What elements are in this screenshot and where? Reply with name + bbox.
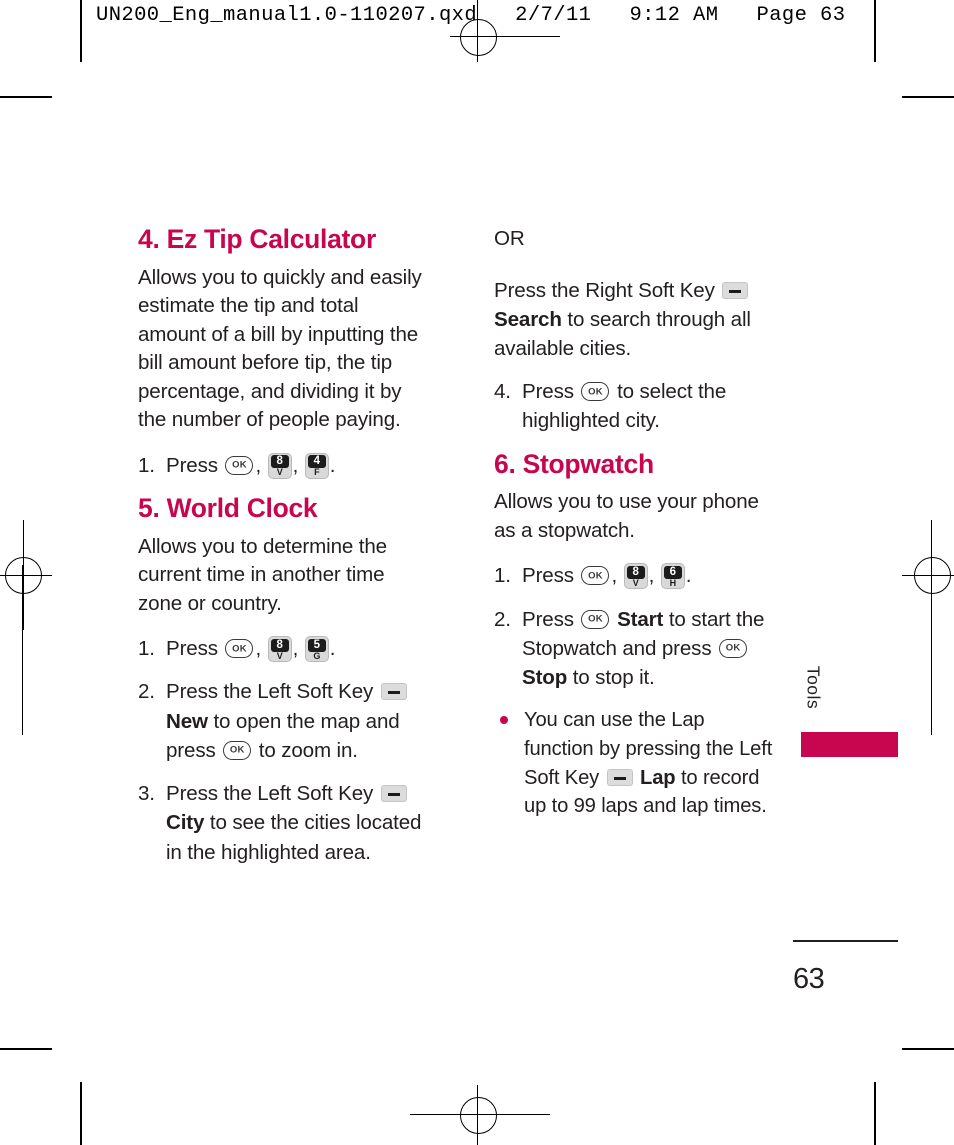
number-key-4-icon: 4F bbox=[304, 452, 329, 479]
number-key-8-icon: 8V bbox=[267, 636, 292, 663]
number-key-5-icon: 5G bbox=[304, 636, 329, 663]
step-number: 2. bbox=[494, 607, 511, 631]
right-soft-key-icon bbox=[722, 281, 749, 299]
page-number: 63 bbox=[793, 963, 825, 995]
world-clock-step-2: 2. Press the Left Soft Key New to open th… bbox=[138, 677, 430, 765]
softkey-label-new: New bbox=[166, 709, 208, 733]
number-key-letter: F bbox=[314, 467, 320, 478]
ok-key-label: OK bbox=[232, 459, 247, 471]
step-number: 4. bbox=[494, 380, 511, 404]
left-soft-key-icon bbox=[380, 785, 407, 803]
world-clock-step-3-alt: Press the Right Soft Key Search to searc… bbox=[494, 276, 776, 364]
number-key-6-icon: 6H bbox=[660, 563, 685, 590]
softkey-label-search: Search bbox=[494, 307, 562, 331]
ok-key-label: OK bbox=[232, 642, 247, 654]
step-number: 1. bbox=[138, 453, 155, 477]
step-tail: . bbox=[329, 453, 336, 477]
step-text: Press bbox=[522, 564, 574, 588]
step-text: Press the Left Soft Key bbox=[166, 782, 374, 806]
manual-page: 4. Ez Tip Calculator Allows you to quick… bbox=[0, 0, 954, 1145]
step-number: 2. bbox=[138, 680, 155, 704]
left-column: 4. Ez Tip Calculator Allows you to quick… bbox=[138, 224, 430, 881]
step-text: Press bbox=[522, 607, 574, 631]
number-key-8-icon: 8V bbox=[267, 452, 292, 479]
right-column: OR Press the Right Soft Key Search to se… bbox=[494, 225, 776, 821]
side-tab-label: Tools bbox=[803, 665, 824, 710]
step-text: Press bbox=[522, 380, 574, 404]
bullet-icon bbox=[500, 716, 508, 725]
number-key-letter: H bbox=[669, 577, 677, 588]
ok-key-label: OK bbox=[588, 613, 603, 625]
ok-key-icon: OK bbox=[719, 638, 748, 658]
step-tail: . bbox=[329, 637, 336, 661]
ok-key-label: OK bbox=[229, 744, 245, 756]
step-number: 3. bbox=[138, 782, 155, 806]
softkey-label-stop: Stop bbox=[522, 666, 568, 690]
ok-key-icon: OK bbox=[225, 455, 254, 475]
world-clock-step-4: 4. Press OK to select the highlighted cit… bbox=[494, 377, 776, 435]
softkey-label-lap: Lap bbox=[640, 766, 676, 789]
world-clock-step-1: 1. Press OK, 8V, 5G. bbox=[138, 634, 430, 663]
ok-key-icon: OK bbox=[225, 639, 254, 659]
ok-key-icon: OK bbox=[581, 609, 610, 629]
number-key-letter: G bbox=[313, 650, 321, 661]
left-soft-key-icon bbox=[380, 683, 407, 701]
stopwatch-description: Allows you to use your phone as a stopwa… bbox=[494, 490, 759, 542]
number-key-letter: V bbox=[632, 577, 639, 588]
number-key-letter: V bbox=[276, 467, 283, 478]
softkey-label-start: Start bbox=[617, 607, 664, 631]
step-number: 1. bbox=[138, 637, 155, 661]
stopwatch-step-1: 1. Press OK, 8V, 6H. bbox=[494, 561, 776, 590]
section-heading-stopwatch: 6. Stopwatch bbox=[494, 448, 654, 479]
ok-key-label: OK bbox=[725, 642, 741, 654]
left-soft-key-icon bbox=[606, 768, 633, 786]
step-text: to see the cities located in the highlig… bbox=[166, 811, 422, 864]
side-tab-tools: Tools bbox=[800, 655, 826, 719]
or-label: OR bbox=[494, 227, 525, 250]
step-text: to stop it. bbox=[572, 666, 655, 690]
ok-key-icon: OK bbox=[581, 382, 610, 402]
ok-key-label: OK bbox=[588, 385, 603, 397]
step-number: 1. bbox=[494, 564, 511, 588]
section-heading-ez-tip-calculator: 4. Ez Tip Calculator bbox=[138, 224, 376, 254]
softkey-label-city: City bbox=[166, 811, 205, 835]
side-tab-accent-bar bbox=[801, 732, 898, 757]
step-text: to zoom in. bbox=[258, 738, 358, 762]
folio-rule bbox=[793, 940, 898, 942]
step-text: Press bbox=[166, 453, 218, 477]
world-clock-step-3: 3. Press the Left Soft Key City to see th… bbox=[138, 779, 430, 867]
stopwatch-lap-note: You can use the Lap function by pressing… bbox=[494, 706, 776, 821]
step-text: Press the Left Soft Key bbox=[166, 680, 374, 704]
section-heading-world-clock: 5. World Clock bbox=[138, 493, 318, 523]
step-text: Press the Right Soft Key bbox=[494, 278, 715, 302]
number-key-letter: V bbox=[276, 650, 283, 661]
stopwatch-step-2: 2. Press OK Start to start the Stopwatch … bbox=[494, 605, 776, 693]
step-text: Press bbox=[166, 637, 218, 661]
step-tail: . bbox=[685, 564, 692, 588]
ok-key-label: OK bbox=[588, 570, 603, 582]
ok-key-icon: OK bbox=[581, 566, 610, 586]
ez-tip-step-1: 1. Press OK, 8V, 4F. bbox=[138, 451, 430, 480]
world-clock-description: Allows you to determine the current time… bbox=[138, 534, 387, 615]
ok-key-icon: OK bbox=[223, 740, 252, 760]
number-key-8-icon: 8V bbox=[623, 563, 648, 590]
ez-tip-calculator-description: Allows you to quickly and easily estimat… bbox=[138, 265, 422, 432]
